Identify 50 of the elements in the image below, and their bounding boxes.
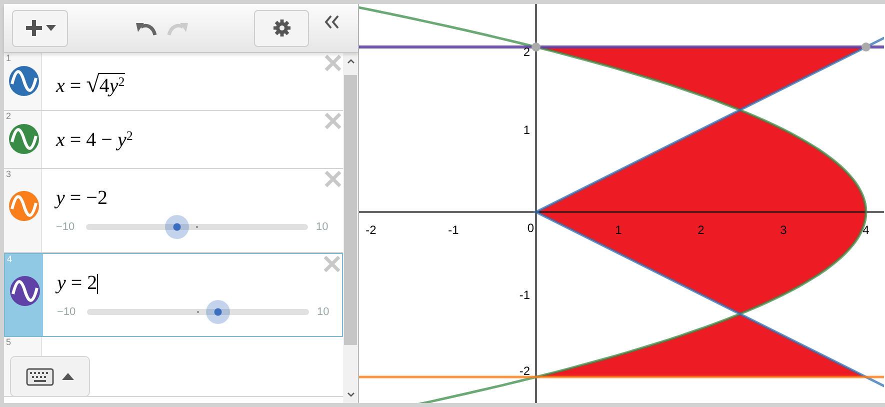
expression-number: 5 bbox=[6, 338, 12, 347]
expression-row[interactable]: 3 y = −2 −10 10 bbox=[4, 169, 343, 253]
slider-thumb[interactable] bbox=[165, 215, 190, 239]
wave-icon[interactable] bbox=[9, 66, 39, 96]
scrollbar-thumb[interactable] bbox=[344, 75, 357, 345]
expression-number: 1 bbox=[6, 54, 12, 63]
axis-label: 1 bbox=[615, 224, 622, 236]
collapse-icon[interactable] bbox=[324, 15, 340, 29]
expression-number: 4 bbox=[7, 255, 12, 264]
expression-row[interactable]: 2 x = 4 − y$^{2}$ bbox=[4, 111, 343, 169]
intersection-point[interactable] bbox=[532, 42, 540, 52]
math-expression[interactable]: x = √4y$^{2}$ bbox=[56, 67, 125, 103]
keyboard-button[interactable] bbox=[10, 356, 90, 397]
scrollbar[interactable] bbox=[343, 53, 358, 403]
axis-label: -1 bbox=[519, 288, 530, 300]
caret-up-icon bbox=[62, 373, 74, 380]
intersection-point[interactable] bbox=[862, 42, 870, 52]
scroll-up-icon[interactable] bbox=[347, 59, 355, 64]
axis-label: 1 bbox=[523, 124, 530, 136]
expression-number: 2 bbox=[6, 112, 12, 121]
expression-row[interactable]: 4 y = 2 −10 10 bbox=[4, 253, 343, 337]
caret-down-icon bbox=[46, 25, 56, 31]
slider-max-label: 10 bbox=[317, 304, 330, 320]
axis-label: -2 bbox=[366, 224, 376, 236]
slider-min-label: −10 bbox=[57, 304, 77, 320]
axis-label: 3 bbox=[780, 224, 787, 236]
expression-row[interactable]: 1 x = √4y$^{2}$ bbox=[4, 53, 343, 111]
axis-label: 4 bbox=[862, 224, 870, 236]
axis-label: -2 bbox=[519, 365, 530, 377]
keyboard-icon bbox=[26, 368, 54, 386]
expression-number: 3 bbox=[6, 170, 12, 179]
slider-track[interactable] bbox=[86, 215, 308, 239]
wave-icon[interactable] bbox=[10, 276, 40, 306]
axis-label: 0 bbox=[527, 222, 534, 234]
slider-max-label: 10 bbox=[316, 220, 328, 235]
slider-track[interactable] bbox=[87, 300, 309, 324]
math-expression[interactable]: y = −2 bbox=[56, 183, 108, 213]
math-expression[interactable]: y = 2 bbox=[57, 268, 98, 298]
axis-label: 2 bbox=[523, 46, 530, 58]
axis-label: -1 bbox=[448, 224, 459, 236]
settings-icon bbox=[272, 19, 290, 37]
slider-min-label: −10 bbox=[56, 220, 76, 235]
slider-thumb[interactable] bbox=[206, 300, 230, 324]
axis-label: 2 bbox=[698, 224, 704, 236]
scroll-down-icon[interactable] bbox=[347, 392, 355, 397]
settings-button[interactable] bbox=[254, 10, 309, 46]
wave-icon[interactable] bbox=[9, 124, 39, 154]
math-expression[interactable]: x = 4 − y$^{2}$ bbox=[56, 125, 133, 155]
add-button[interactable] bbox=[12, 10, 68, 46]
plus-icon bbox=[24, 19, 42, 37]
